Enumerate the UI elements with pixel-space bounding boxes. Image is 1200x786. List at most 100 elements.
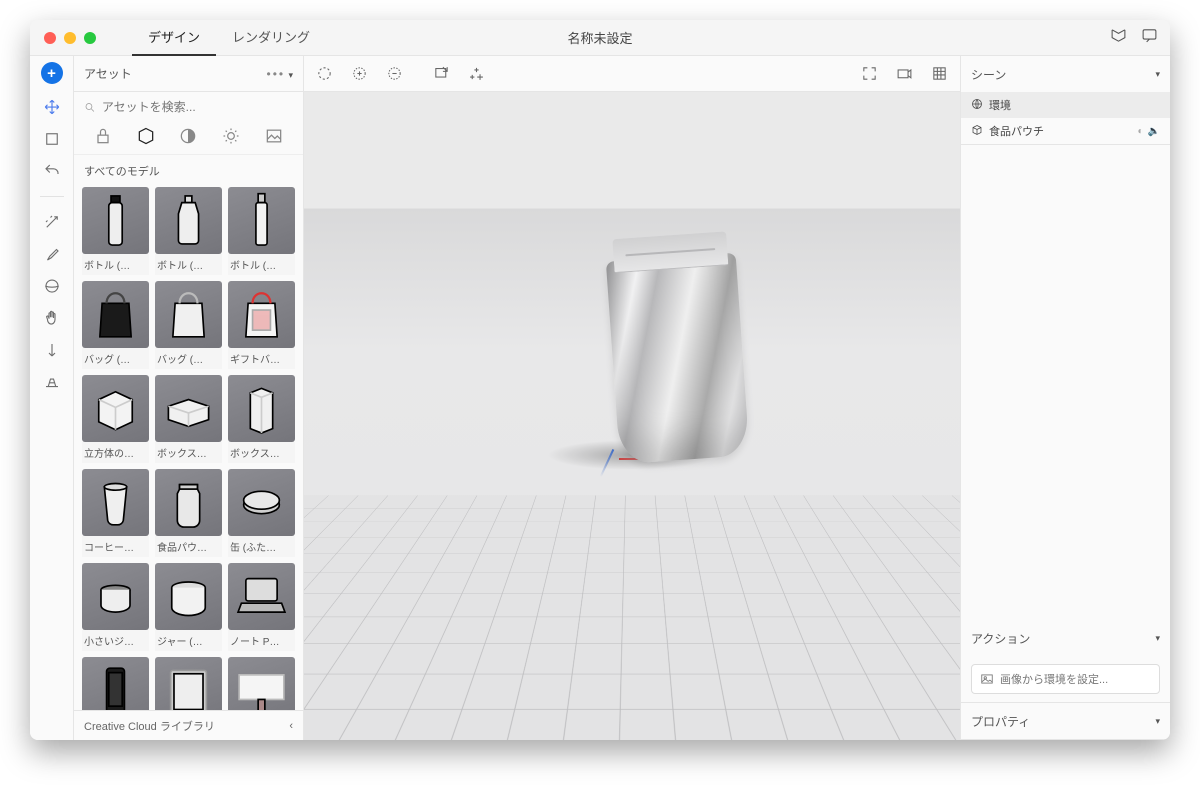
frame-tool-icon[interactable] xyxy=(43,130,61,148)
pouch-object[interactable] xyxy=(605,230,750,464)
main-area: + アセット ••• ▾ xyxy=(30,56,1170,740)
asset-thumb[interactable]: 立方体の… xyxy=(82,375,149,463)
asset-section-label: すべてのモデル xyxy=(74,155,303,183)
scene-item-label: 食品パウチ xyxy=(989,123,1044,139)
chevron-left-icon: ‹ xyxy=(289,720,293,732)
property-panel-header[interactable]: プロパティ ▾ xyxy=(961,703,1170,739)
action-panel: アクション ▾ 画像から環境を設定... xyxy=(961,620,1170,703)
asset-panel-header: アセット ••• ▾ xyxy=(74,56,303,92)
render-settings-icon[interactable] xyxy=(931,65,948,82)
chevron-down-icon: ▾ xyxy=(1155,633,1160,644)
tool-rail: + xyxy=(30,56,74,740)
cc-library-footer[interactable]: Creative Cloud ライブラリ ‹ xyxy=(74,710,303,740)
snap-image-icon[interactable] xyxy=(433,65,450,82)
asset-panel: アセット ••• ▾ すべてのモデル ボトル (…ボトル (…ボトル (…バッグ… xyxy=(74,56,304,740)
chevron-down-icon: ▾ xyxy=(1155,716,1160,727)
cube-icon xyxy=(971,124,983,139)
category-materials-icon[interactable] xyxy=(178,126,198,146)
orbit-tool-icon[interactable] xyxy=(43,277,61,295)
viewport-toolbar xyxy=(304,56,960,92)
asset-panel-title: アセット xyxy=(84,65,132,82)
perspective-tool-icon[interactable] xyxy=(43,373,61,391)
category-lights-icon[interactable] xyxy=(221,126,241,146)
asset-thumb[interactable]: ボトル (… xyxy=(155,187,222,275)
minimize-icon[interactable] xyxy=(64,32,76,44)
asset-panel-menu[interactable]: ••• ▾ xyxy=(267,67,293,81)
sparkle-icon[interactable] xyxy=(468,65,485,82)
mode-tabs: デザイン レンダリング xyxy=(132,20,326,56)
chevron-down-icon: ▾ xyxy=(1155,69,1160,80)
asset-thumb-label: ボトル (… xyxy=(228,254,295,275)
scene-item-label: 環境 xyxy=(989,97,1011,113)
document-title: 名称未設定 xyxy=(567,28,632,47)
viewport xyxy=(304,56,960,740)
wand-tool-icon[interactable] xyxy=(43,213,61,231)
asset-search-input[interactable] xyxy=(102,100,293,114)
right-panel: シーン ▾ 環境食品パウチ ◐ 🔈 アクション ▾ 画像から環境を設定... プロパ… xyxy=(960,56,1170,740)
chat-icon[interactable] xyxy=(1141,27,1158,49)
scene-panel: シーン ▾ 環境食品パウチ ◐ 🔈 xyxy=(961,56,1170,145)
category-lock-icon[interactable] xyxy=(93,126,113,146)
asset-thumb[interactable]: 缶 (ふた… xyxy=(228,469,295,557)
asset-thumb[interactable]: バッグ (… xyxy=(82,281,149,369)
category-models-icon[interactable] xyxy=(136,126,156,146)
action-panel-header[interactable]: アクション ▾ xyxy=(961,620,1170,656)
image-icon xyxy=(980,672,994,686)
tab-render[interactable]: レンダリング xyxy=(216,20,326,56)
asset-thumb[interactable]: バッグ (… xyxy=(155,281,222,369)
tab-design[interactable]: デザイン xyxy=(132,20,216,56)
category-images-icon[interactable] xyxy=(264,126,284,146)
asset-thumb-label: ボックス… xyxy=(228,442,295,463)
camera-bookmark-icon[interactable] xyxy=(896,65,913,82)
add-button[interactable]: + xyxy=(41,62,63,84)
eyedropper-tool-icon[interactable] xyxy=(43,245,61,263)
titlebar: デザイン レンダリング 名称未設定 xyxy=(30,20,1170,56)
asset-thumb[interactable]: ボックス… xyxy=(155,375,222,463)
asset-thumb[interactable]: ジャー (… xyxy=(155,563,222,651)
undo-icon[interactable] xyxy=(43,162,61,180)
scene-item[interactable]: 食品パウチ ◐ 🔈 xyxy=(961,118,1170,144)
asset-thumb[interactable]: ボックス… xyxy=(228,375,295,463)
pan-tool-icon[interactable] xyxy=(43,309,61,327)
asset-thumb-label: ギフトバ… xyxy=(228,348,295,369)
visibility-icon[interactable]: ◐ xyxy=(1138,126,1144,137)
asset-thumb[interactable]: ノート P… xyxy=(228,563,295,651)
search-icon xyxy=(84,101,96,114)
move-tool-icon[interactable] xyxy=(43,98,61,116)
asset-thumb-label: ボックス… xyxy=(155,442,222,463)
asset-thumb[interactable]: ギフトバ… xyxy=(228,281,295,369)
asset-thumb[interactable]: ボトル (… xyxy=(82,187,149,275)
set-env-from-image-button[interactable]: 画像から環境を設定... xyxy=(971,664,1160,694)
asset-thumb[interactable]: 小さいジ… xyxy=(82,563,149,651)
maximize-icon[interactable] xyxy=(84,32,96,44)
scene-item[interactable]: 環境 xyxy=(961,92,1170,118)
sound-icon[interactable]: 🔈 xyxy=(1148,126,1160,137)
target-add-icon[interactable] xyxy=(351,65,368,82)
canvas-3d[interactable] xyxy=(304,92,960,740)
asset-thumb[interactable]: 食品パウ… xyxy=(155,469,222,557)
property-panel: プロパティ ▾ xyxy=(961,703,1170,740)
asset-thumb-label: ジャー (… xyxy=(155,630,222,651)
dolly-tool-icon[interactable] xyxy=(43,341,61,359)
asset-thumb-label: バッグ (… xyxy=(82,348,149,369)
asset-category-row xyxy=(74,122,303,155)
asset-thumb-label: 食品パウ… xyxy=(155,536,222,557)
asset-thumb-label: ノート P… xyxy=(228,630,295,651)
fullscreen-icon[interactable] xyxy=(861,65,878,82)
titlebar-right-icons xyxy=(1110,27,1158,49)
asset-thumb[interactable]: コーヒー… xyxy=(82,469,149,557)
asset-thumb[interactable]: ボトル (… xyxy=(228,187,295,275)
target-remove-icon[interactable] xyxy=(386,65,403,82)
asset-thumb-label: 缶 (ふた… xyxy=(228,536,295,557)
scene-panel-header[interactable]: シーン ▾ xyxy=(961,56,1170,92)
window-controls xyxy=(30,32,96,44)
learn-icon[interactable] xyxy=(1110,27,1127,49)
asset-thumb[interactable]: 携帯電話 xyxy=(82,657,149,710)
asset-thumb[interactable]: 広告板 xyxy=(228,657,295,710)
asset-search[interactable] xyxy=(74,92,303,122)
globe-icon xyxy=(971,98,983,113)
scene-list: 環境食品パウチ ◐ 🔈 xyxy=(961,92,1170,144)
asset-thumb[interactable]: タブレッ… xyxy=(155,657,222,710)
close-icon[interactable] xyxy=(44,32,56,44)
select-circle-icon[interactable] xyxy=(316,65,333,82)
